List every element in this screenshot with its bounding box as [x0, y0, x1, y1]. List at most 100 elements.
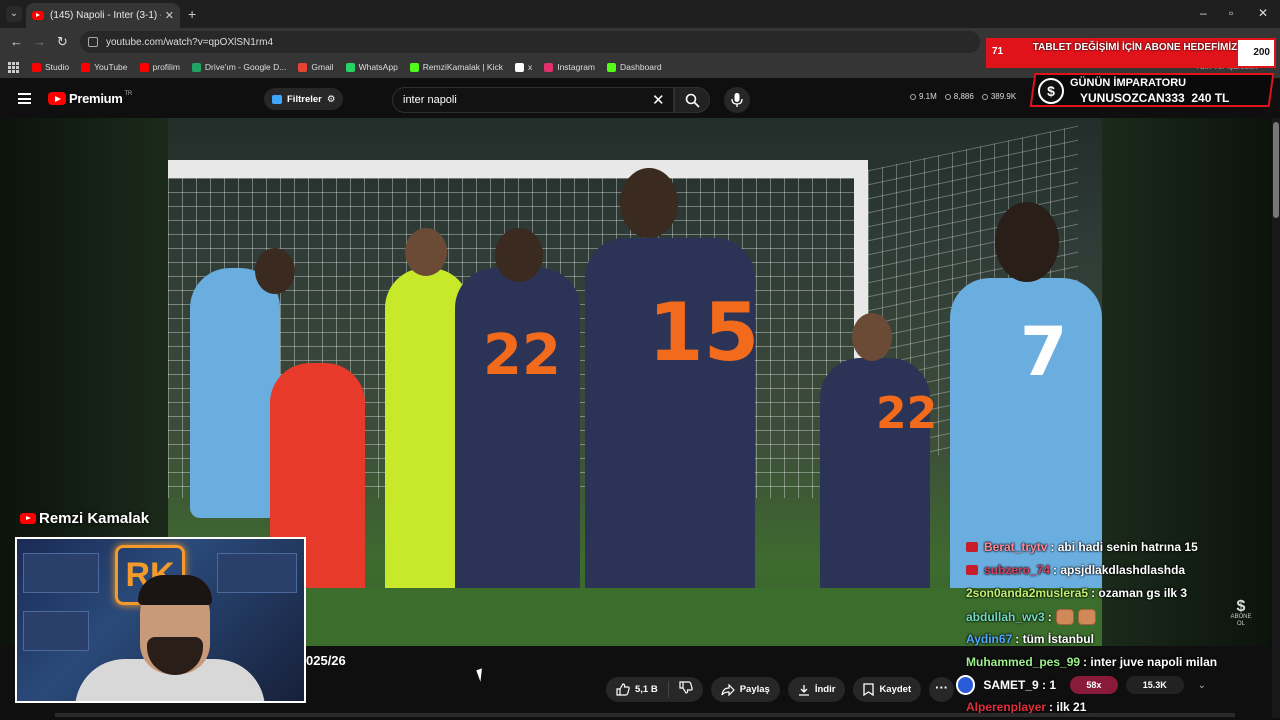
- url-text: youtube.com/watch?v=qpOXlSN1rm4: [106, 36, 274, 48]
- bookmark-item[interactable]: WhatsApp: [345, 62, 398, 72]
- chat-username[interactable]: subzero_74: [984, 563, 1050, 577]
- chat-message: Aydin67: tüm İstanbul: [966, 632, 1094, 646]
- clear-search-icon[interactable]: ✕: [652, 91, 665, 109]
- search-button[interactable]: [674, 87, 710, 113]
- chat-bar-count: 15.3K: [1125, 676, 1184, 694]
- bookmark-item[interactable]: Gmail: [298, 62, 334, 72]
- stat-2: 8,886: [944, 92, 974, 101]
- search-value: inter napoli: [403, 94, 457, 106]
- new-tab-icon[interactable]: +: [188, 6, 196, 22]
- voice-search-button[interactable]: [724, 87, 750, 113]
- bookmark-favicon-icon: [32, 62, 41, 72]
- stat-3: 389.9K: [981, 92, 1016, 101]
- apps-grid-icon[interactable]: [8, 62, 19, 73]
- bookmark-label: Gmail: [311, 62, 334, 72]
- bookmark-label: WhatsApp: [358, 62, 398, 72]
- search-input[interactable]: inter napoli: [392, 87, 674, 113]
- chat-text: : apsjdlakdlashdlashda: [1053, 563, 1186, 577]
- chat-message: Berat_trytv: abi hadi senin hatrına 15: [966, 540, 1198, 554]
- menu-icon[interactable]: [18, 93, 31, 104]
- jersey-number: 22: [876, 388, 938, 439]
- bookmark-favicon-icon: [607, 62, 616, 72]
- bookmark-label: Studio: [45, 62, 70, 72]
- chat-bar-multiplier: 58x: [1069, 676, 1118, 694]
- bookmark-item[interactable]: profilim: [139, 62, 180, 72]
- microphone-icon: [731, 93, 743, 107]
- scrollbar-thumb[interactable]: [1273, 122, 1279, 218]
- chat-message: 2son0anda2muslera5: ozaman gs ilk 3: [966, 586, 1187, 600]
- share-button[interactable]: Paylaş: [710, 677, 780, 702]
- bookmark-item[interactable]: YouTube: [81, 62, 128, 72]
- youtube-play-icon: [48, 92, 66, 105]
- jersey-number: 15: [648, 286, 760, 379]
- minimize-icon[interactable]: –: [1200, 6, 1207, 20]
- tab-close-icon[interactable]: ✕: [165, 9, 174, 22]
- jersey-number: 7: [1020, 313, 1068, 392]
- chat-username[interactable]: 2son0anda2muslera5: [966, 586, 1088, 600]
- youtube-favicon-icon: [32, 11, 44, 20]
- chat-username[interactable]: Berat_trytv: [984, 540, 1047, 554]
- bookmark-item[interactable]: Dashboard: [607, 62, 662, 72]
- chat-emote-icon: [1055, 609, 1074, 625]
- chat-username[interactable]: Muhammed_pes_99: [966, 655, 1080, 669]
- filters-button[interactable]: Filtreler ⚙: [264, 88, 344, 110]
- avatar: [956, 675, 976, 695]
- browser-tab[interactable]: (145) Napoli - Inter (3-1) - Maç ✕: [26, 3, 180, 28]
- chevron-down-icon[interactable]: ⌄: [1198, 680, 1206, 691]
- jersey-number: 22: [483, 323, 561, 388]
- goal-target: 200: [1253, 47, 1270, 58]
- chat-username[interactable]: Aydin67: [966, 632, 1012, 646]
- like-dislike-group: 5,1 B: [606, 677, 703, 702]
- bookmark-label: Drive'ım - Google D...: [204, 62, 287, 72]
- chat-username[interactable]: abdullah_wv3: [966, 610, 1045, 624]
- bookmark-favicon-icon: [514, 62, 524, 72]
- download-button[interactable]: İndir: [787, 677, 846, 702]
- mouse-cursor-icon: [476, 666, 492, 682]
- bookmark-label: x: [527, 62, 533, 72]
- site-info-icon[interactable]: [88, 37, 98, 47]
- more-actions-button[interactable]: ···: [929, 677, 955, 702]
- tab-title: (145) Napoli - Inter (3-1) - Maç: [50, 10, 161, 21]
- player-head: [255, 248, 295, 294]
- bookmark-item[interactable]: Drive'ım - Google D...: [191, 62, 287, 72]
- like-button[interactable]: 5,1 B: [606, 681, 669, 698]
- chat-message: Muhammed_pes_99: inter juve napoli milan: [966, 655, 1217, 669]
- thumbs-down-icon: [679, 680, 693, 694]
- youtube-logo[interactable]: Premium TR: [48, 91, 132, 106]
- chat-text: : ozaman gs ilk 3: [1091, 586, 1188, 600]
- youtube-icon: [20, 513, 36, 524]
- bookmark-item[interactable]: Instagram: [544, 62, 595, 72]
- save-label: Kaydet: [879, 684, 912, 695]
- pitch-grass: [168, 588, 1102, 646]
- bookmark-label: RemziKamalak | Kick: [422, 62, 503, 72]
- bookmark-item[interactable]: Studio: [32, 62, 69, 72]
- save-button[interactable]: Kaydet: [853, 677, 922, 702]
- bookmark-favicon-icon: [544, 62, 554, 72]
- share-label: Paylaş: [739, 684, 770, 695]
- dollar-coin-icon: $: [1038, 78, 1064, 104]
- dislike-button[interactable]: [669, 680, 703, 699]
- chat-bar-user: SAMET_9: [983, 678, 1039, 692]
- share-icon: [721, 683, 735, 696]
- chat-text: : abi hadi senin hatrına 15: [1050, 540, 1198, 554]
- video-title: 025/26: [306, 653, 346, 668]
- chat-highlight-bar: SAMET_9 58x 15.3K ⌄: [956, 671, 1206, 699]
- webcam-overlay: RK: [15, 537, 306, 703]
- subscribe-watermark[interactable]: $ ABONE OL: [1228, 599, 1254, 628]
- maximize-icon[interactable]: ▫: [1229, 6, 1233, 20]
- chat-badge-icon: [966, 542, 978, 552]
- bookmark-item[interactable]: x: [514, 62, 533, 72]
- player-napoli-left: [190, 268, 280, 518]
- bookmark-item[interactable]: RemziKamalak | Kick: [409, 62, 503, 72]
- back-icon[interactable]: ←: [10, 34, 23, 49]
- url-input[interactable]: youtube.com/watch?v=qpOXlSN1rm4: [80, 31, 980, 53]
- chat-username[interactable]: Alperenplayer: [966, 700, 1046, 714]
- tab-list-chevron-icon[interactable]: ⌄: [6, 6, 22, 22]
- chat-message: abdullah_wv3:: [966, 609, 1096, 625]
- player-head: [495, 228, 543, 282]
- bookmark-favicon-icon: [409, 62, 419, 72]
- close-window-icon[interactable]: ✕: [1258, 6, 1268, 20]
- forward-icon[interactable]: →: [33, 34, 46, 49]
- bookmark-label: Dashboard: [620, 62, 662, 72]
- reload-icon[interactable]: ↻: [57, 34, 68, 50]
